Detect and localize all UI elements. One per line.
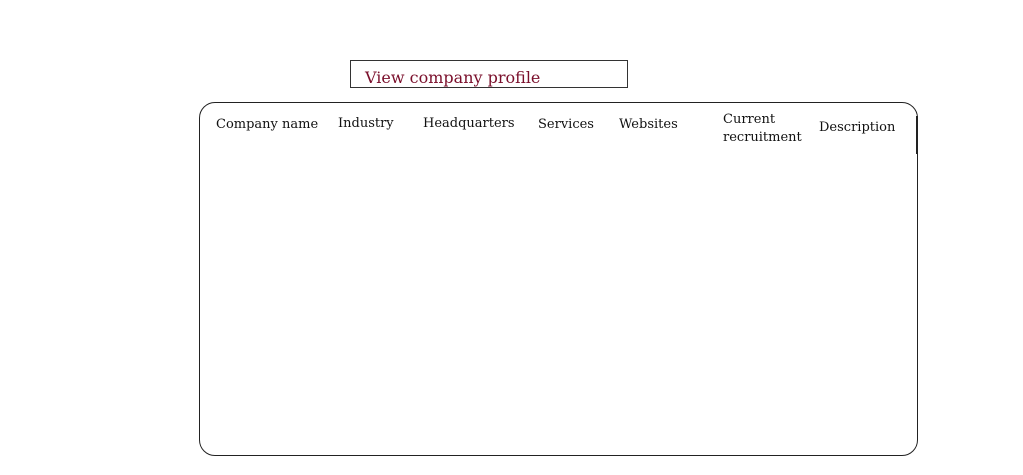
column-header-services: Services [538, 117, 594, 132]
table-edge-mark [916, 116, 918, 154]
column-header-description: Description [819, 120, 896, 135]
column-header-websites: Websites [619, 117, 678, 132]
column-header-headquarters: Headquarters [423, 116, 515, 131]
column-header-company-name: Company name [216, 117, 319, 132]
page: View company profile Company name Indust… [0, 0, 1023, 475]
column-header-current-recruitment: Current recruitment [723, 112, 802, 145]
page-title: View company profile [365, 68, 541, 87]
company-profile-table [199, 102, 918, 456]
column-header-industry: Industry [338, 116, 394, 131]
view-company-profile-box: View company profile [350, 60, 628, 88]
